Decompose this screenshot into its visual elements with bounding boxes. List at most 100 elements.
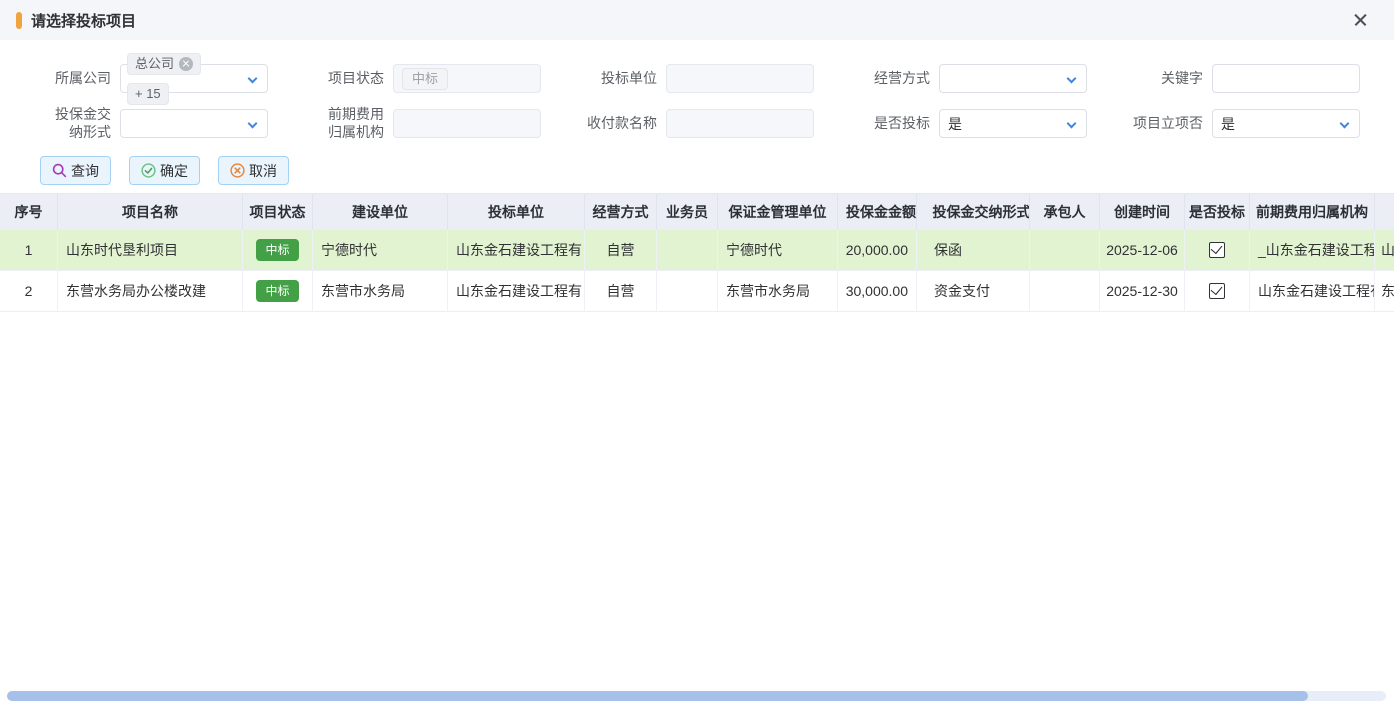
filter-payment-name-label: 收付款名称: [552, 115, 666, 133]
cell-insure-amount: 30,000.00: [838, 271, 917, 312]
chevron-down-icon: [1067, 119, 1077, 129]
cell-project-name: 东营水务局办公楼改建: [58, 271, 243, 312]
confirm-button-label: 确定: [160, 161, 188, 181]
cell-insure-amount: 20,000.00: [838, 230, 917, 271]
horizontal-scrollbar-track[interactable]: [7, 691, 1386, 701]
cell-clipped: 山: [1375, 230, 1394, 271]
cell-project-status: 中标: [243, 271, 313, 312]
filter-is-bid: 是否投标 是: [825, 101, 1098, 146]
filter-business-mode: 经营方式: [825, 56, 1098, 101]
select-bid-project-dialog: 请选择投标项目 所属公司 总公司 + 15 项目状态 中标 投标单位: [0, 0, 1394, 708]
col-header-clipped: [1375, 194, 1394, 230]
cell-seq: 1: [0, 230, 58, 271]
chevron-down-icon: [1340, 119, 1350, 129]
dialog-titlebar: 请选择投标项目: [0, 0, 1394, 40]
cell-project-name: 山东时代垦利项目: [58, 230, 243, 271]
col-header-project-name: 项目名称: [58, 194, 243, 230]
filter-business-mode-label: 经营方式: [825, 70, 939, 88]
selected-company-tag-label: 总公司: [135, 56, 174, 72]
filter-fee-org-input: [393, 109, 541, 138]
tag-remove-icon[interactable]: [179, 57, 193, 71]
filter-payment-name-input: [666, 109, 814, 138]
col-header-salesman: 业务员: [657, 194, 718, 230]
selected-company-tag[interactable]: 总公司: [127, 53, 201, 75]
cell-build-unit: 宁德时代: [313, 230, 448, 271]
close-icon[interactable]: [1352, 11, 1370, 29]
filter-bid-unit-input: [666, 64, 814, 93]
col-header-margin-unit: 保证金管理单位: [718, 194, 838, 230]
filter-company-label: 所属公司: [6, 70, 120, 88]
table-row[interactable]: 1 山东时代垦利项目 中标 宁德时代 山东金石建设工程有 自营 宁德时代 20,…: [0, 230, 1394, 271]
cell-build-unit: 东营市水务局: [313, 271, 448, 312]
cell-clipped: 东: [1375, 271, 1394, 312]
filter-pay-form: 投保金交 纳形式: [6, 101, 279, 146]
col-header-contractor: 承包人: [1030, 194, 1100, 230]
cell-business-mode: 自营: [585, 230, 657, 271]
chevron-down-icon: [248, 119, 258, 129]
table-header-row: 序号 项目名称 项目状态 建设单位 投标单位 经营方式 业务员 保证金管理单位 …: [0, 194, 1394, 230]
project-approved-value: 是: [1221, 114, 1235, 134]
filter-company: 所属公司 总公司 + 15: [6, 56, 279, 101]
cell-create-time: 2025-12-06: [1100, 230, 1185, 271]
project-status-tag: 中标: [402, 68, 448, 90]
cell-create-time: 2025-12-30: [1100, 271, 1185, 312]
filter-bid-unit-label: 投标单位: [552, 70, 666, 88]
search-icon: [52, 163, 67, 178]
filter-project-approved: 项目立项否 是: [1098, 101, 1371, 146]
cell-is-bid: [1185, 271, 1250, 312]
more-tags-badge: + 15: [127, 83, 169, 105]
col-header-is-bid: 是否投标: [1185, 194, 1250, 230]
chevron-down-icon: [248, 74, 258, 84]
filter-company-select[interactable]: 总公司 + 15: [120, 64, 268, 93]
col-header-business-mode: 经营方式: [585, 194, 657, 230]
cell-salesman: [657, 271, 718, 312]
filter-project-approved-select[interactable]: 是: [1212, 109, 1360, 138]
horizontal-scrollbar-thumb[interactable]: [7, 691, 1308, 701]
filter-keyword-input[interactable]: [1212, 64, 1360, 93]
query-button[interactable]: 查询: [40, 156, 111, 185]
filter-is-bid-select[interactable]: 是: [939, 109, 1087, 138]
confirm-button[interactable]: 确定: [129, 156, 200, 185]
filter-form: 所属公司 总公司 + 15 项目状态 中标 投标单位 经营方式: [0, 40, 1394, 150]
filter-keyword: 关键字: [1098, 56, 1371, 101]
col-header-seq: 序号: [0, 194, 58, 230]
filter-project-status-input: 中标: [393, 64, 541, 93]
cell-business-mode: 自营: [585, 271, 657, 312]
status-badge: 中标: [256, 239, 298, 261]
cell-project-status: 中标: [243, 230, 313, 271]
filter-fee-org-label: 前期费用 归属机构: [279, 106, 393, 141]
cell-contractor: [1030, 271, 1100, 312]
cell-pay-form: 资金支付: [917, 271, 1030, 312]
chevron-down-icon: [1067, 74, 1077, 84]
cell-contractor: [1030, 230, 1100, 271]
col-header-fee-org: 前期费用归属机构: [1250, 194, 1375, 230]
filter-business-mode-select[interactable]: [939, 64, 1087, 93]
col-header-build-unit: 建设单位: [313, 194, 448, 230]
filter-project-approved-label: 项目立项否: [1098, 115, 1212, 133]
is-bid-checkbox[interactable]: [1209, 283, 1225, 299]
table-row[interactable]: 2 东营水务局办公楼改建 中标 东营市水务局 山东金石建设工程有 自营 东营市水…: [0, 271, 1394, 312]
filter-is-bid-label: 是否投标: [825, 115, 939, 133]
toolbar: 查询 确定 取消: [0, 150, 1394, 193]
cell-margin-unit: 东营市水务局: [718, 271, 838, 312]
filter-fee-org: 前期费用 归属机构: [279, 101, 552, 146]
title-accent-bar: [16, 12, 22, 29]
filter-project-status-label: 项目状态: [279, 70, 393, 88]
col-header-pay-form: 投保金交纳形式: [917, 194, 1030, 230]
project-table: 序号 项目名称 项目状态 建设单位 投标单位 经营方式 业务员 保证金管理单位 …: [0, 193, 1394, 312]
query-button-label: 查询: [71, 161, 99, 181]
cancel-button-label: 取消: [249, 161, 277, 181]
cell-margin-unit: 宁德时代: [718, 230, 838, 271]
filter-pay-form-select[interactable]: [120, 109, 268, 138]
check-circle-icon: [141, 163, 156, 178]
cell-fee-org: 山东金石建设工程有: [1250, 271, 1375, 312]
filter-project-status: 项目状态 中标: [279, 56, 552, 101]
cell-pay-form: 保函: [917, 230, 1030, 271]
dialog-title: 请选择投标项目: [31, 10, 136, 31]
cancel-circle-icon: [230, 163, 245, 178]
cancel-button[interactable]: 取消: [218, 156, 289, 185]
col-header-bid-unit: 投标单位: [448, 194, 585, 230]
cell-salesman: [657, 230, 718, 271]
filter-keyword-label: 关键字: [1098, 70, 1212, 88]
is-bid-checkbox[interactable]: [1209, 242, 1225, 258]
